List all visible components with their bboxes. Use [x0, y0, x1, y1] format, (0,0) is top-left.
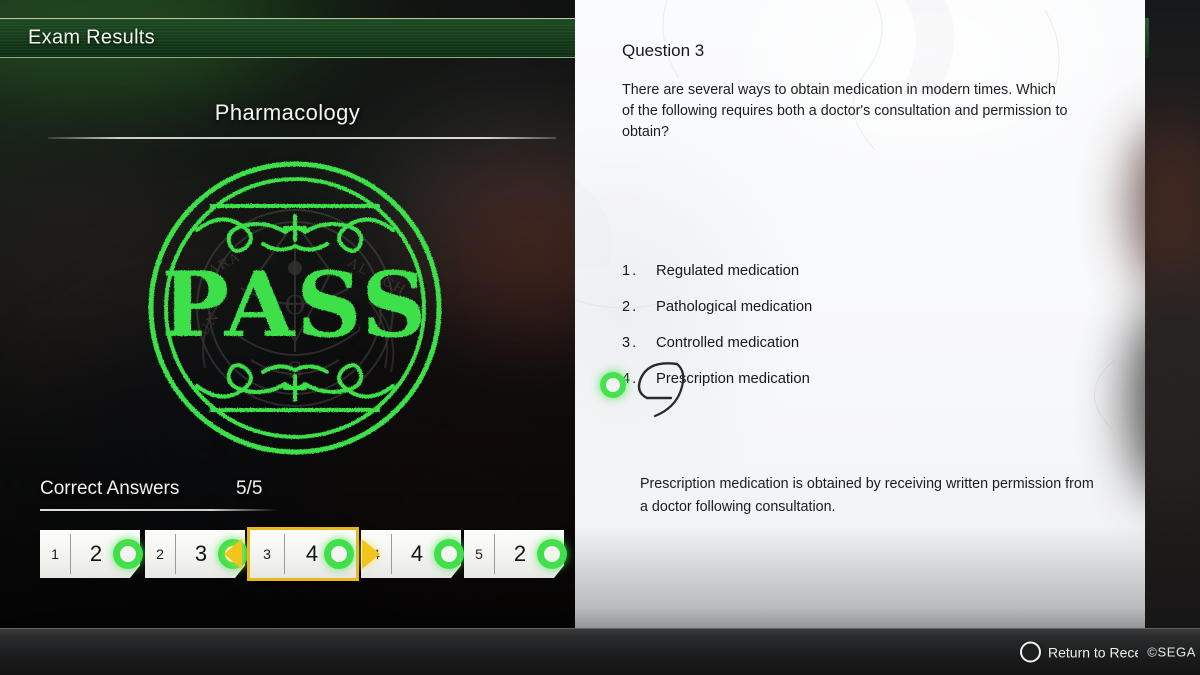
correct-answers-value: 5/5 [236, 478, 263, 499]
option-number: 1. [622, 263, 639, 279]
correct-answers-row: Correct Answers 5/5 [40, 478, 520, 508]
tile-question-number: 3 [263, 546, 271, 562]
explanation-text: Prescription medication is obtained by r… [640, 476, 1094, 515]
results-panel: Pharmacology S O UN BARA AL SCH O PASS C… [0, 58, 575, 675]
option-text: Controlled medication [656, 335, 800, 351]
next-question-arrow-icon[interactable] [362, 539, 380, 569]
option-number: 2. [622, 299, 639, 315]
correct-indicator-icon [113, 539, 143, 569]
return-to-reception-button[interactable]: Return to Reception [1020, 641, 1138, 663]
exam-results-screen: Exam Results Pharmacology S O UN BARA AL… [0, 0, 1200, 675]
copyright-notice: ©SEGA [1147, 644, 1196, 660]
question-heading: Question 3 [622, 41, 705, 60]
correct-indicator-icon [324, 539, 354, 569]
answer-option[interactable]: 2. Pathological medication [622, 289, 1092, 325]
selected-answer-indicator-icon [600, 372, 626, 398]
tile-question-number: 5 [475, 546, 483, 562]
page-title: Exam Results [28, 26, 155, 49]
previous-question-arrow-icon[interactable] [224, 539, 242, 569]
answer-option[interactable]: 1. Regulated medication [622, 253, 1092, 289]
footer-bar: Return to Reception ©SEGA [0, 628, 1200, 675]
question-paper-panel: Question 3 There are several ways to obt… [575, 0, 1145, 675]
subject-title: Pharmacology [214, 100, 361, 125]
return-to-reception-label: Return to Reception [1048, 644, 1138, 660]
circle-button-icon [1020, 641, 1041, 663]
answer-tile-strip: 1 2 2 3 3 4 4 4 5 2 [40, 526, 567, 582]
pass-stamp-text: PASS [162, 252, 429, 358]
question-text: There are several ways to obtain medicat… [622, 82, 1068, 140]
title-bar-end-cap [1145, 18, 1149, 58]
tile-question-number: 2 [156, 546, 164, 562]
pass-stamp-graphic: PASS [148, 161, 442, 455]
pass-stamp: S O UN BARA AL SCH O PASS [145, 158, 445, 458]
option-text: Regulated medication [656, 263, 800, 279]
subject-divider [48, 137, 556, 139]
correct-indicator-icon [537, 539, 567, 569]
answer-option[interactable]: 3. Controlled medication [622, 325, 1092, 361]
option-text: Pathological medication [656, 299, 813, 315]
tile-question-number: 1 [51, 546, 59, 562]
right-edge-strip [1129, 0, 1200, 675]
correct-answers-label: Correct Answers [40, 478, 180, 499]
option-number: 3. [622, 335, 639, 351]
pencil-circle-mark [637, 362, 685, 418]
correct-answers-divider [40, 509, 278, 511]
correct-indicator-icon [434, 539, 464, 569]
